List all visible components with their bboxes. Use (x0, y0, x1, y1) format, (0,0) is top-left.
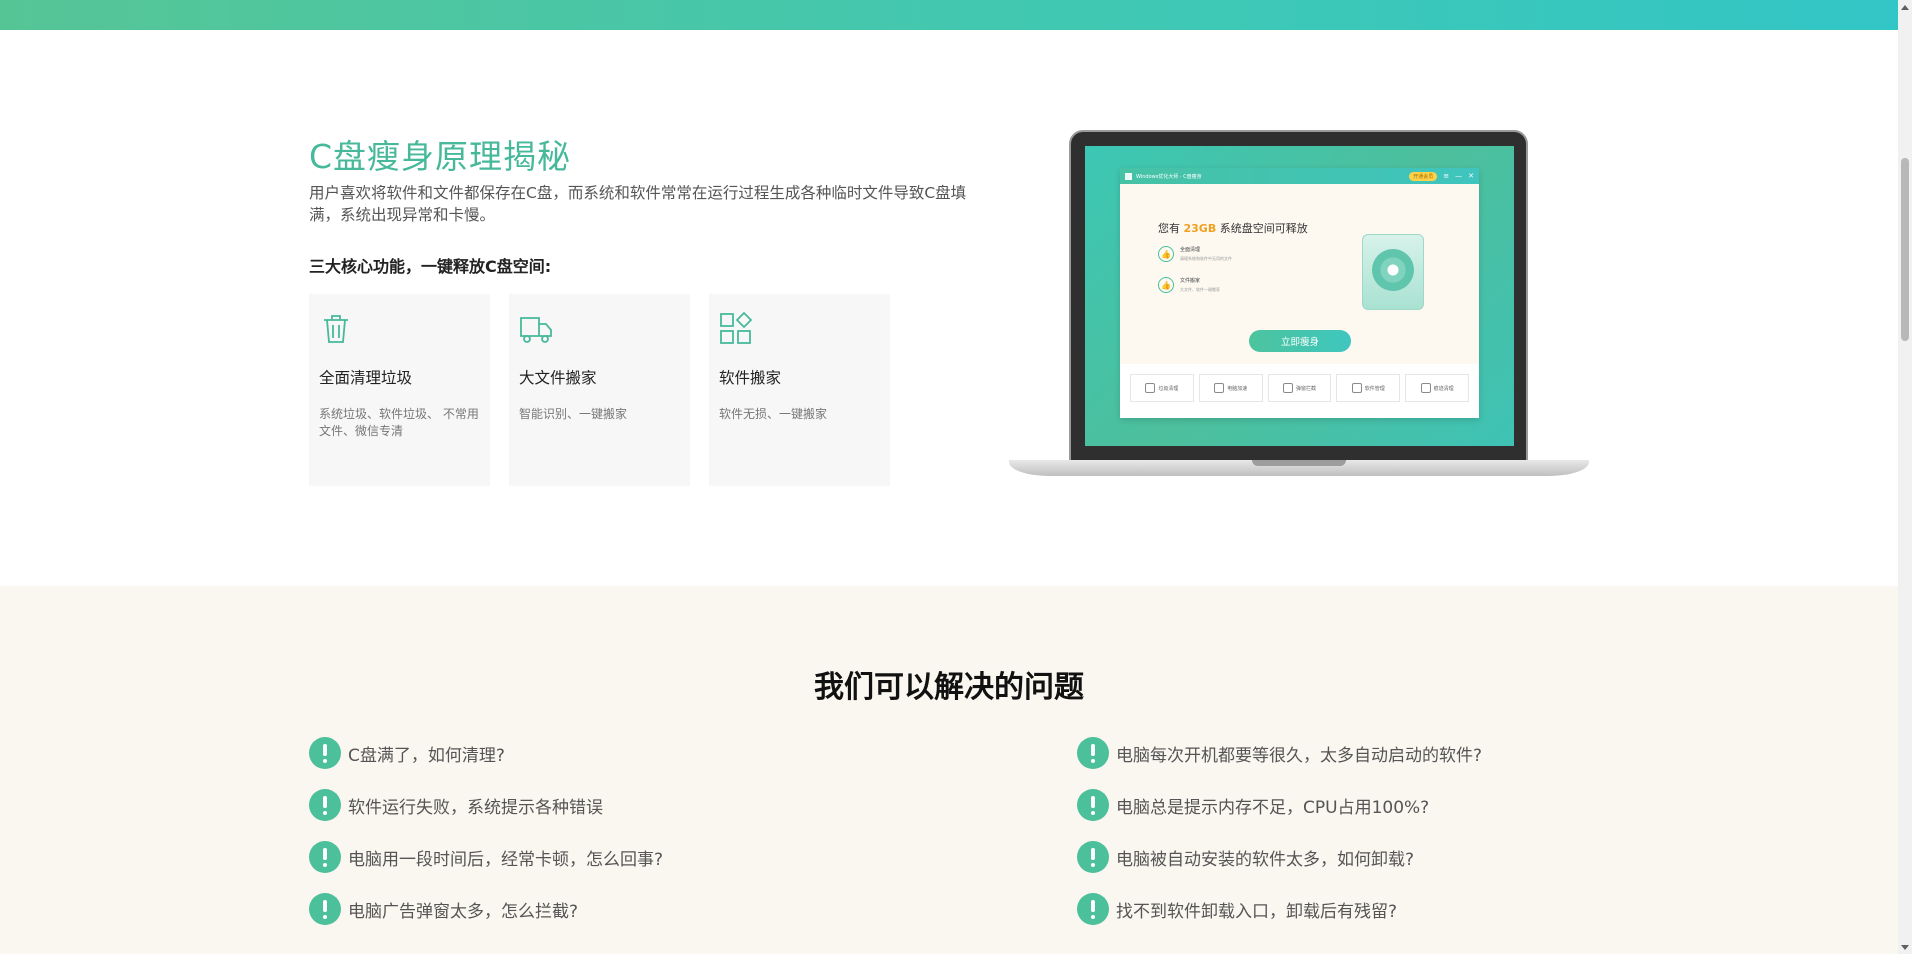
problem-item: C盘满了，如何清理? (309, 737, 505, 769)
problems-title: 我们可以解决的问题 (814, 670, 1084, 705)
app-window-title: Windows优化大师 · C盘瘦身 (1136, 173, 1202, 180)
feature-card-cleanup: 全面清理垃圾 系统垃圾、软件垃圾、 不常用文件、微信专清 (309, 294, 490, 486)
laptop-notch (1252, 460, 1346, 466)
problem-text: 找不到软件卸载入口，卸载后有残留? (1116, 901, 1398, 922)
app-item-sub: 大文件、软件一键搬家 (1180, 287, 1220, 292)
scroll-thumb[interactable] (1901, 158, 1909, 341)
app-logo-icon (1125, 172, 1132, 180)
exclamation-icon (1077, 841, 1109, 873)
eraser-icon (1420, 383, 1431, 393)
problem-item: 软件运行失败，系统提示各种错误 (309, 789, 603, 821)
app-item-title: 文件搬家 (1180, 278, 1201, 284)
problem-text: C盘满了，如何清理? (348, 745, 505, 766)
problem-item: 电脑每次开机都要等很久，太多自动启动的软件? (1077, 737, 1482, 769)
exclamation-icon (1077, 893, 1109, 925)
minimize-icon: — (1455, 172, 1463, 180)
app-toolbar: 垃圾清理 电脑加速 弹窗拦截 软件管理 痕迹清理 (1120, 364, 1479, 402)
feature-desc: 软件无损、一键搬家 (719, 407, 828, 421)
trash-icon (324, 315, 348, 343)
feature-card-file-move: 大文件搬家 智能识别、一键搬家 (509, 294, 690, 486)
problem-text: 电脑广告弹窗太多，怎么拦截? (348, 901, 579, 922)
scroll-up-icon[interactable] (1898, 0, 1912, 14)
tool-label: 痕迹清理 (1433, 385, 1454, 392)
problem-item: 电脑广告弹窗太多，怎么拦截? (309, 893, 578, 925)
app-item-file-move: 👍 文件搬家 大文件、软件一键搬家 (1158, 277, 1220, 293)
tool-trace-clean: 痕迹清理 (1405, 374, 1469, 402)
problem-item: 电脑被自动安装的软件太多，如何卸载? (1077, 841, 1414, 873)
tool-label: 弹窗拦截 (1295, 385, 1316, 392)
exclamation-icon (309, 789, 341, 821)
tool-label: 软件管理 (1364, 385, 1385, 392)
top-banner-band (0, 0, 1898, 30)
exclamation-icon (309, 737, 341, 769)
app-item-title: 全面清理 (1180, 247, 1201, 253)
problem-text: 电脑总是提示内存不足，CPU占用100%? (1116, 797, 1430, 818)
tool-label: 垃圾清理 (1158, 385, 1179, 392)
tool-label: 电脑加速 (1227, 385, 1248, 392)
menu-icon: ≡ (1443, 172, 1450, 180)
problem-text: 电脑用一段时间后，经常卡顿，怎么回事? (348, 849, 664, 870)
headline-prefix: 您有 (1158, 222, 1180, 235)
popup-icon (1282, 383, 1293, 393)
cube-icon (1351, 383, 1362, 393)
section-title: C盘瘦身原理揭秘 (309, 137, 572, 176)
problem-item: 电脑用一段时间后，经常卡顿，怎么回事? (309, 841, 663, 873)
app-preview-window: Windows优化大师 · C盘瘦身 开通会员 ≡ — ✕ 您有 23GB 系统… (1120, 168, 1479, 418)
app-item-sub: 清理系统和软件中无用的文件 (1180, 256, 1232, 261)
close-icon: ✕ (1468, 172, 1474, 180)
section-subtitle: 三大核心功能，一键释放C盘空间: (309, 257, 552, 276)
truck-icon (520, 317, 552, 343)
page-scrollbar[interactable] (1898, 0, 1912, 954)
feature-desc: 系统垃圾、软件垃圾、 不常用文件、微信专清 (319, 407, 479, 438)
feature-name: 软件搬家 (719, 369, 782, 387)
rocket-icon (1214, 383, 1225, 393)
thumbs-up-icon: 👍 (1158, 246, 1174, 262)
exclamation-icon (309, 841, 341, 873)
problem-item: 电脑总是提示内存不足，CPU占用100%? (1077, 789, 1429, 821)
tool-speedup: 电脑加速 (1198, 374, 1263, 402)
app-body: 您有 23GB 系统盘空间可释放 👍 全面清理 清理系统和软件中无用的文件 👍 … (1120, 184, 1479, 364)
hard-disk-icon (1362, 234, 1424, 310)
exclamation-icon (1077, 789, 1109, 821)
problem-text: 电脑每次开机都要等很久，太多自动启动的软件? (1116, 745, 1483, 766)
app-item-cleanup: 👍 全面清理 清理系统和软件中无用的文件 (1158, 246, 1232, 262)
exclamation-icon (309, 893, 341, 925)
tool-software-manage: 软件管理 (1336, 374, 1401, 402)
feature-name: 全面清理垃圾 (319, 369, 413, 387)
apps-icon (720, 311, 753, 344)
feature-card-software-move: 软件搬家 软件无损、一键搬家 (709, 294, 890, 486)
problems-section (0, 586, 1898, 954)
problem-text: 电脑被自动安装的软件太多，如何卸载? (1116, 849, 1415, 870)
problem-text: 软件运行失败，系统提示各种错误 (348, 797, 603, 818)
app-titlebar: Windows优化大师 · C盘瘦身 开通会员 ≡ — ✕ (1120, 168, 1479, 184)
slim-now-button: 立即瘦身 (1249, 330, 1351, 352)
exclamation-icon (1077, 737, 1109, 769)
section-description: 用户喜欢将软件和文件都保存在C盘，而系统和软件常常在运行过程生成各种临时文件导致… (309, 184, 967, 224)
headline-gb: 23GB (1183, 222, 1217, 235)
tool-popup-block: 弹窗拦截 (1267, 374, 1332, 402)
trash-icon (1145, 383, 1156, 393)
app-headline: 您有 23GB 系统盘空间可释放 (1158, 220, 1308, 236)
headline-suffix: 系统盘空间可释放 (1219, 222, 1308, 235)
problem-item: 找不到软件卸载入口，卸载后有残留? (1077, 893, 1397, 925)
feature-name: 大文件搬家 (519, 369, 597, 387)
scroll-down-icon[interactable] (1898, 940, 1912, 954)
tool-junk-clean: 垃圾清理 (1130, 374, 1194, 402)
vip-badge: 开通会员 (1409, 171, 1438, 181)
thumbs-up-icon: 👍 (1158, 277, 1174, 293)
feature-desc: 智能识别、一键搬家 (519, 407, 628, 421)
